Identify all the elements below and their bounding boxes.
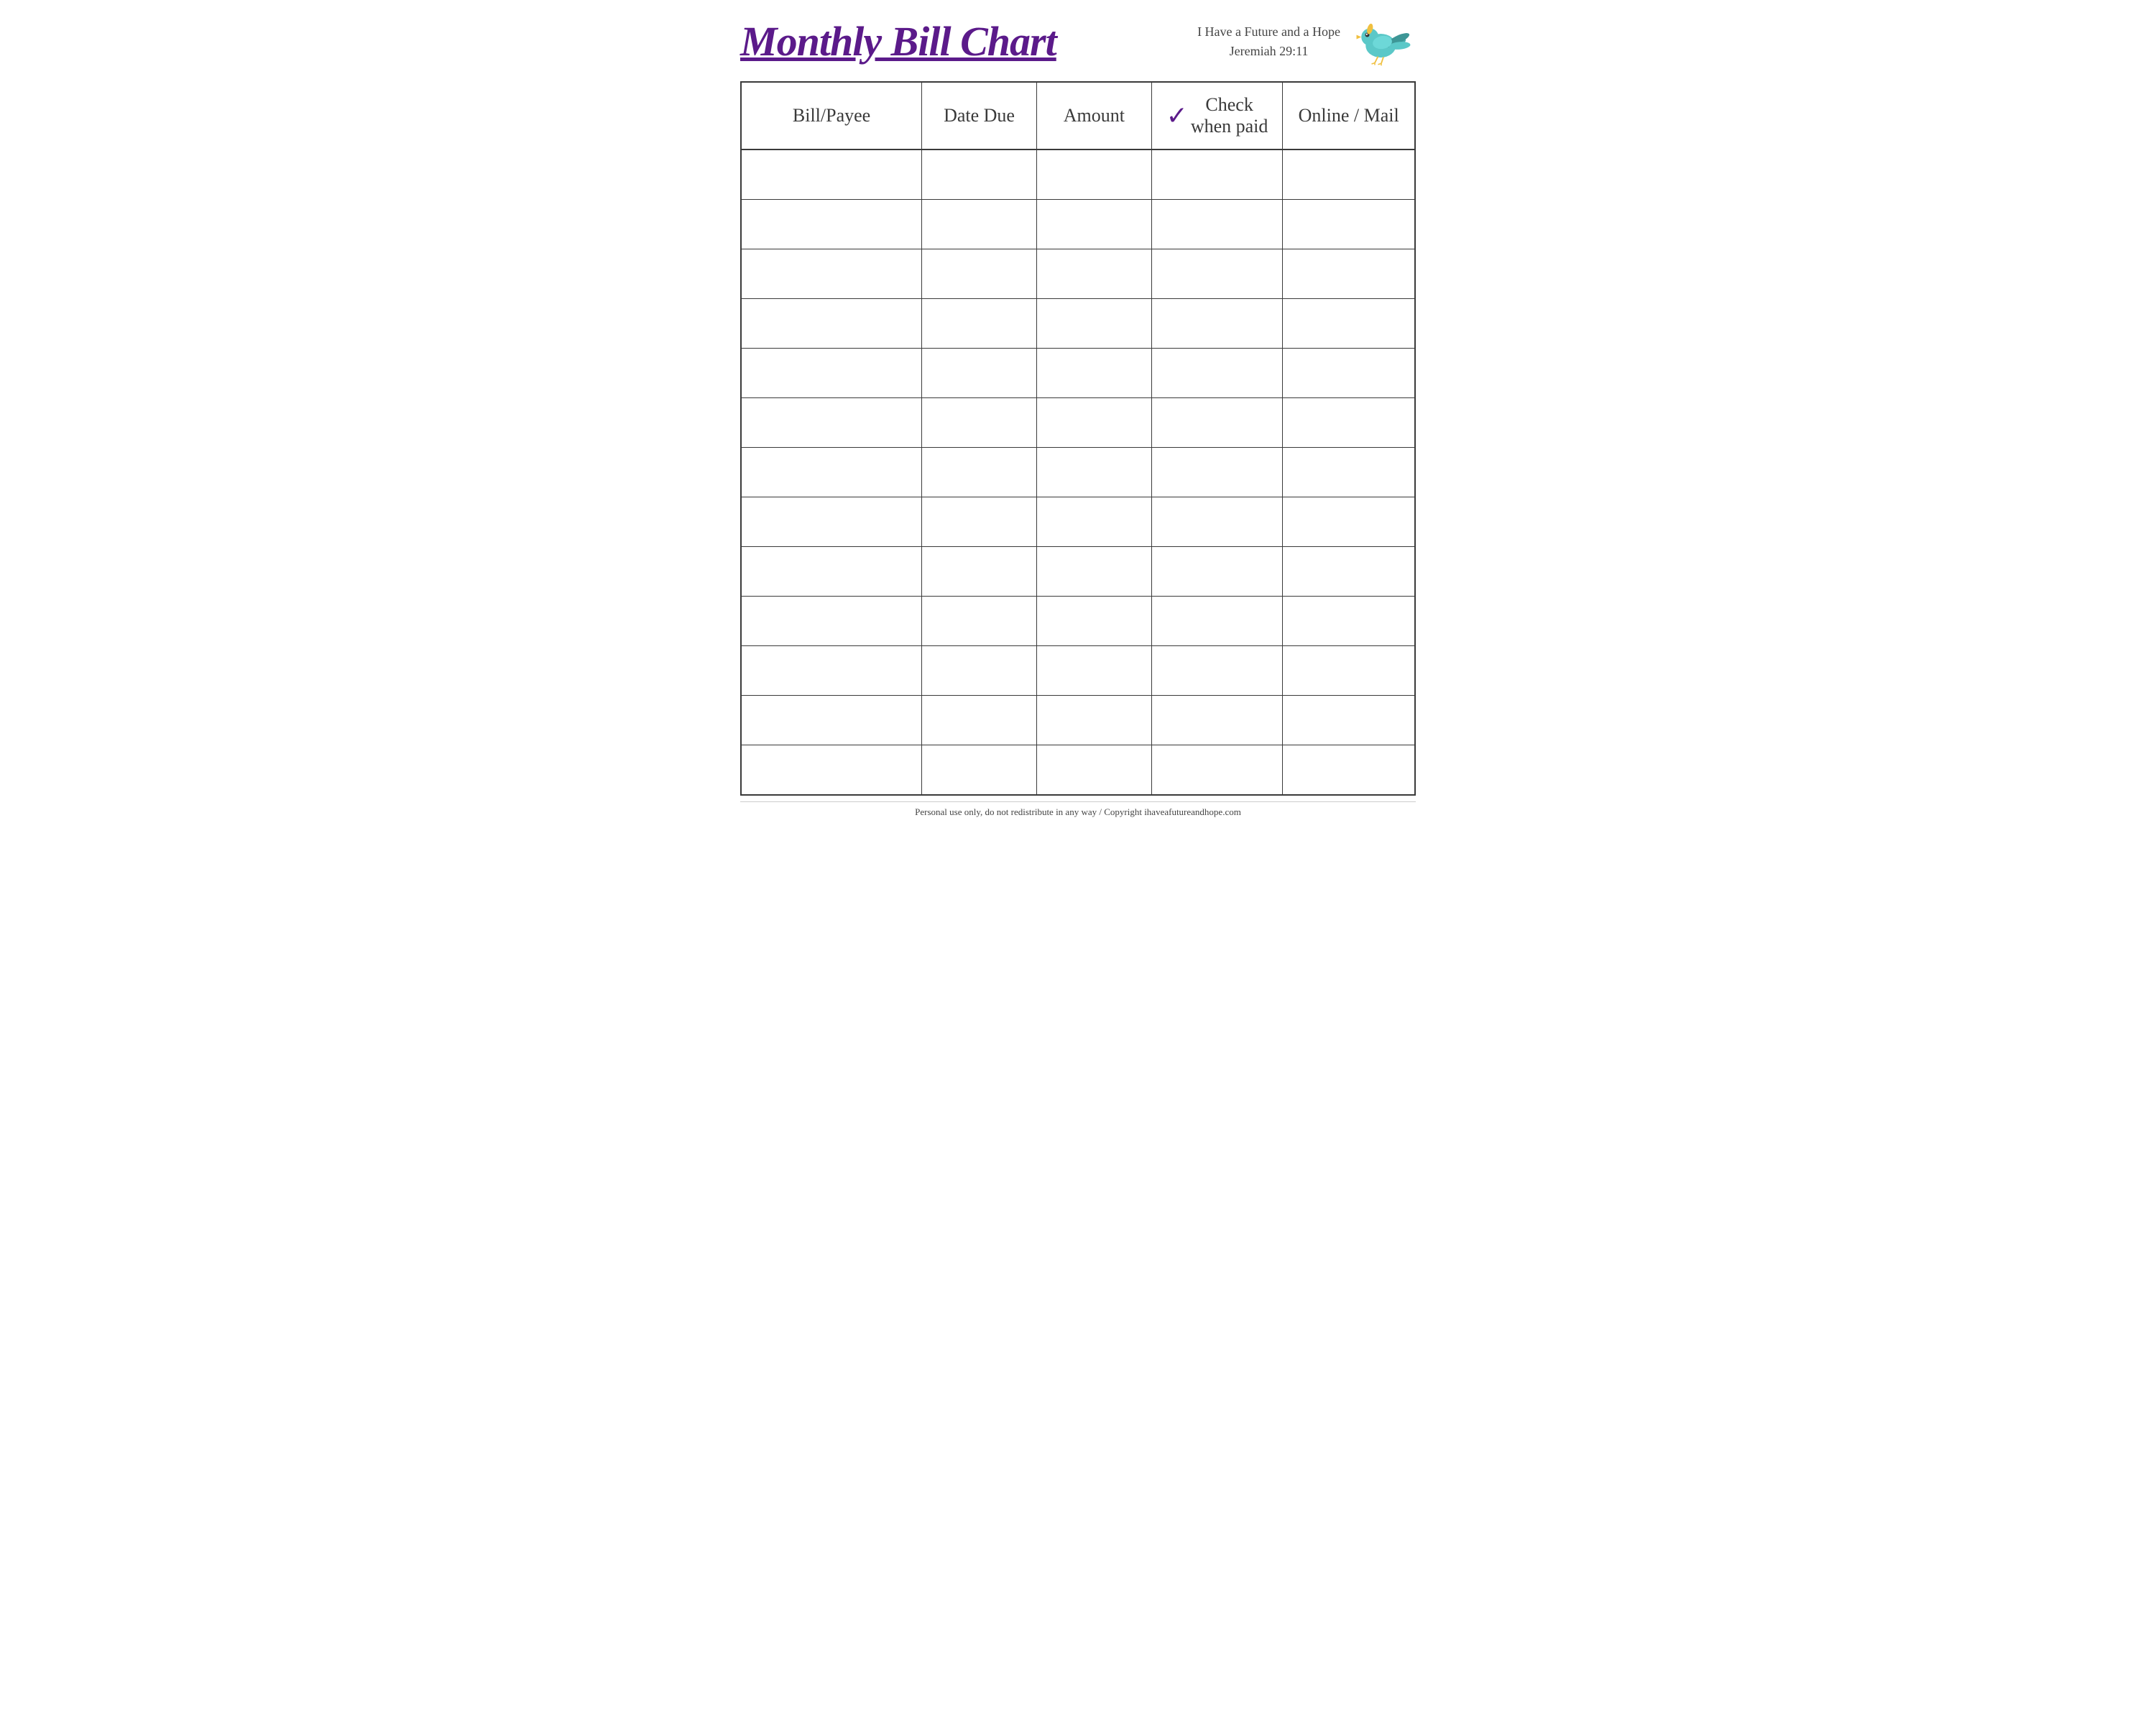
cell-date-due (922, 497, 1037, 546)
scripture-text: I Have a Future and a Hope Jeremiah 29:1… (1197, 22, 1340, 61)
cell-bill-payee (742, 597, 922, 645)
table-row (742, 398, 1414, 448)
cell-online-mail (1283, 249, 1414, 298)
cell-amount (1037, 646, 1152, 695)
cell-check (1152, 398, 1284, 447)
cell-check (1152, 349, 1284, 397)
cell-check (1152, 299, 1284, 348)
cell-check (1152, 597, 1284, 645)
table-row (742, 597, 1414, 646)
page-title: Monthly Bill Chart (740, 19, 1056, 65)
cell-amount (1037, 249, 1152, 298)
cell-date-due (922, 398, 1037, 447)
cell-date-due (922, 745, 1037, 794)
table-row (742, 745, 1414, 794)
cell-amount (1037, 299, 1152, 348)
cell-amount (1037, 349, 1152, 397)
cell-bill-payee (742, 745, 922, 794)
cell-bill-payee (742, 150, 922, 199)
cell-amount (1037, 745, 1152, 794)
cell-date-due (922, 696, 1037, 745)
table-row (742, 249, 1414, 299)
cell-amount (1037, 150, 1152, 199)
col-online-mail: Online / Mail (1283, 83, 1414, 149)
cell-date-due (922, 349, 1037, 397)
cell-amount (1037, 497, 1152, 546)
header-right: I Have a Future and a Hope Jeremiah 29:1… (1197, 14, 1416, 68)
cell-amount (1037, 597, 1152, 645)
table-row (742, 646, 1414, 696)
cell-bill-payee (742, 249, 922, 298)
cell-date-due (922, 150, 1037, 199)
table-header: Bill/Payee Date Due Amount ✓ Check when … (742, 83, 1414, 150)
cell-check (1152, 249, 1284, 298)
cell-check (1152, 497, 1284, 546)
cell-bill-payee (742, 547, 922, 596)
cell-check (1152, 150, 1284, 199)
cell-check (1152, 646, 1284, 695)
cell-amount (1037, 398, 1152, 447)
cell-online-mail (1283, 497, 1414, 546)
cell-online-mail (1283, 448, 1414, 497)
cell-online-mail (1283, 696, 1414, 745)
cell-bill-payee (742, 349, 922, 397)
table-row (742, 299, 1414, 349)
cell-date-due (922, 547, 1037, 596)
bill-chart-table: Bill/Payee Date Due Amount ✓ Check when … (740, 81, 1416, 796)
table-row (742, 696, 1414, 745)
cell-amount (1037, 547, 1152, 596)
table-row (742, 200, 1414, 249)
cell-online-mail (1283, 745, 1414, 794)
cell-bill-payee (742, 497, 922, 546)
cell-check (1152, 547, 1284, 596)
table-row (742, 150, 1414, 200)
cell-bill-payee (742, 299, 922, 348)
cell-online-mail (1283, 646, 1414, 695)
col-check-when-paid: ✓ Check when paid (1152, 83, 1284, 149)
cell-bill-payee (742, 200, 922, 249)
cell-amount (1037, 448, 1152, 497)
table-row (742, 448, 1414, 497)
col-bill-payee: Bill/Payee (742, 83, 922, 149)
cell-date-due (922, 597, 1037, 645)
cell-online-mail (1283, 398, 1414, 447)
checkmark-icon: ✓ (1166, 101, 1188, 131)
col-date-due: Date Due (922, 83, 1037, 149)
table-row (742, 497, 1414, 547)
cell-check (1152, 696, 1284, 745)
cell-bill-payee (742, 448, 922, 497)
cell-date-due (922, 299, 1037, 348)
cell-bill-payee (742, 696, 922, 745)
table-row (742, 349, 1414, 398)
cell-date-due (922, 646, 1037, 695)
cell-online-mail (1283, 547, 1414, 596)
cell-online-mail (1283, 597, 1414, 645)
cell-amount (1037, 200, 1152, 249)
cell-bill-payee (742, 398, 922, 447)
cell-online-mail (1283, 349, 1414, 397)
col-amount: Amount (1037, 83, 1152, 149)
cell-online-mail (1283, 299, 1414, 348)
cell-amount (1037, 696, 1152, 745)
cell-check (1152, 448, 1284, 497)
bird-icon (1351, 14, 1416, 68)
cell-bill-payee (742, 646, 922, 695)
cell-online-mail (1283, 150, 1414, 199)
cell-check (1152, 745, 1284, 794)
cell-check (1152, 200, 1284, 249)
cell-date-due (922, 200, 1037, 249)
cell-date-due (922, 448, 1037, 497)
cell-date-due (922, 249, 1037, 298)
page-header: Monthly Bill Chart I Have a Future and a… (740, 14, 1416, 74)
table-row (742, 547, 1414, 597)
cell-online-mail (1283, 200, 1414, 249)
footer-text: Personal use only, do not redistribute i… (740, 801, 1416, 818)
